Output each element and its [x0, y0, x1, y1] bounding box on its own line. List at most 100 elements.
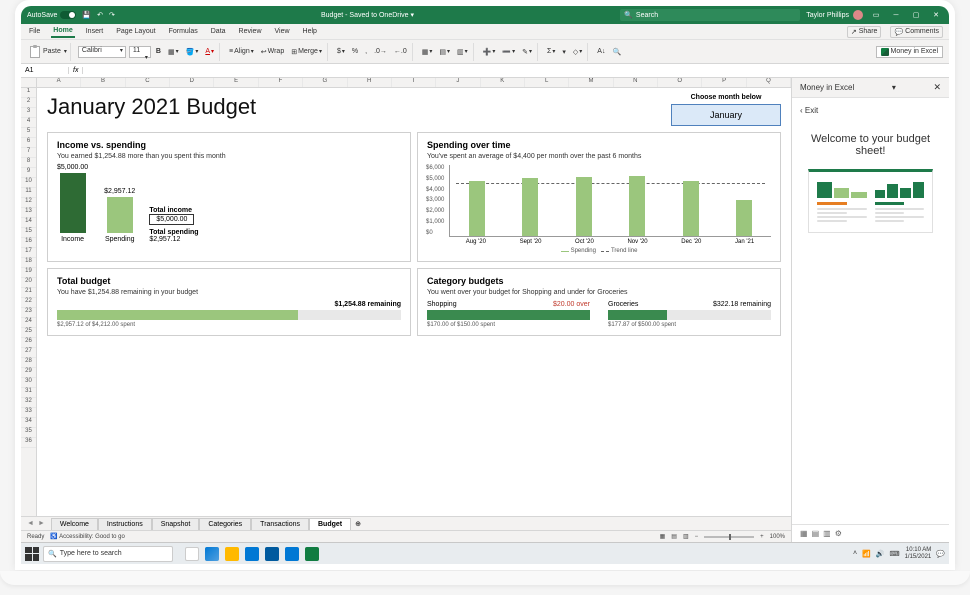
- row-header[interactable]: 7: [21, 148, 36, 158]
- font-color-icon[interactable]: A▾: [203, 47, 216, 56]
- align-button[interactable]: ≡ Align▾: [227, 47, 256, 56]
- row-header[interactable]: 2: [21, 98, 36, 108]
- sheet-tab[interactable]: Transactions: [251, 518, 309, 530]
- money-in-excel-button[interactable]: Money in Excel: [876, 46, 943, 58]
- zoom-value[interactable]: 100%: [770, 534, 785, 540]
- panel-nav-icon[interactable]: ▥: [823, 529, 831, 538]
- col-header[interactable]: O: [658, 78, 702, 87]
- row-header[interactable]: 20: [21, 278, 36, 288]
- col-header[interactable]: D: [170, 78, 214, 87]
- insert-cells-icon[interactable]: ➕▾: [481, 47, 498, 57]
- panel-more-icon[interactable]: ▾: [892, 83, 896, 92]
- col-header[interactable]: F: [259, 78, 303, 87]
- zoom-slider[interactable]: [704, 536, 754, 538]
- app-icon[interactable]: [285, 547, 299, 561]
- tab-view[interactable]: View: [273, 26, 292, 37]
- row-header[interactable]: 17: [21, 248, 36, 258]
- undo-icon[interactable]: ↶: [97, 11, 103, 19]
- view-normal-icon[interactable]: ▦: [660, 533, 666, 540]
- panel-nav-icon[interactable]: ▦: [800, 529, 808, 538]
- clear-icon[interactable]: ◇▾: [571, 47, 584, 57]
- fill-icon[interactable]: ▾: [560, 47, 568, 57]
- row-header[interactable]: 18: [21, 258, 36, 268]
- start-button[interactable]: [25, 547, 39, 561]
- row-header[interactable]: 24: [21, 318, 36, 328]
- panel-nav-icon[interactable]: ▤: [812, 529, 820, 538]
- file-explorer-icon[interactable]: [225, 547, 239, 561]
- row-header[interactable]: 23: [21, 308, 36, 318]
- dec-decimal-icon[interactable]: ←.0: [392, 47, 409, 56]
- sheet-tab[interactable]: Snapshot: [152, 518, 200, 530]
- excel-icon[interactable]: [305, 547, 319, 561]
- row-header[interactable]: 11: [21, 188, 36, 198]
- panel-nav-icon[interactable]: ⚙: [835, 529, 842, 538]
- border-icon[interactable]: ▦▾: [166, 47, 181, 57]
- taskbar-clock[interactable]: 10:10 AM1/15/2021: [905, 547, 932, 561]
- delete-cells-icon[interactable]: ➖▾: [500, 47, 517, 57]
- table-format-icon[interactable]: ▤▾: [437, 47, 452, 57]
- bold-button[interactable]: B: [154, 47, 163, 56]
- fill-color-icon[interactable]: 🪣▾: [184, 47, 201, 57]
- row-header[interactable]: 10: [21, 178, 36, 188]
- edge-icon[interactable]: [205, 547, 219, 561]
- comments-button[interactable]: 💬 Comments: [890, 26, 943, 38]
- add-sheet-icon[interactable]: ⊕: [351, 518, 365, 530]
- search-box[interactable]: 🔍 Search: [620, 9, 800, 21]
- merge-button[interactable]: ⊞ Merge▾: [289, 47, 324, 57]
- row-header[interactable]: 31: [21, 388, 36, 398]
- row-header[interactable]: 6: [21, 138, 36, 148]
- tab-page-layout[interactable]: Page Layout: [114, 26, 157, 37]
- row-header[interactable]: 27: [21, 348, 36, 358]
- col-header[interactable]: G: [303, 78, 347, 87]
- percent-icon[interactable]: %: [350, 47, 360, 56]
- name-box[interactable]: A1: [21, 67, 69, 74]
- mail-icon[interactable]: [245, 547, 259, 561]
- row-header[interactable]: 36: [21, 438, 36, 448]
- month-select[interactable]: January: [671, 104, 781, 126]
- redo-icon[interactable]: ↷: [109, 11, 115, 19]
- task-view-icon[interactable]: [185, 547, 199, 561]
- cond-format-icon[interactable]: ▦▾: [420, 47, 435, 57]
- find-icon[interactable]: 🔍: [610, 47, 623, 57]
- tab-formulas[interactable]: Formulas: [167, 26, 200, 37]
- doc-title[interactable]: Budget - Saved to OneDrive ▾: [121, 11, 614, 19]
- panel-close-icon[interactable]: ✕: [933, 82, 941, 93]
- col-header[interactable]: E: [214, 78, 258, 87]
- row-header[interactable]: 32: [21, 398, 36, 408]
- store-icon[interactable]: [265, 547, 279, 561]
- col-header[interactable]: K: [481, 78, 525, 87]
- comma-icon[interactable]: ,: [363, 47, 369, 56]
- row-header[interactable]: 15: [21, 228, 36, 238]
- cell-styles-icon[interactable]: ▥▾: [455, 47, 470, 57]
- notifications-icon[interactable]: 💬: [936, 550, 945, 558]
- autosave-toggle[interactable]: [60, 11, 76, 19]
- tray-chevron-icon[interactable]: ˄: [853, 550, 857, 557]
- row-header[interactable]: 1: [21, 88, 36, 98]
- sheet-tab[interactable]: Welcome: [51, 518, 98, 530]
- taskbar-search[interactable]: 🔍 Type here to search: [43, 546, 173, 562]
- row-header[interactable]: 26: [21, 338, 36, 348]
- row-header[interactable]: 22: [21, 298, 36, 308]
- row-header[interactable]: 28: [21, 358, 36, 368]
- format-cells-icon[interactable]: ✎▾: [520, 47, 534, 57]
- inc-decimal-icon[interactable]: .0→: [372, 47, 389, 56]
- row-header[interactable]: 30: [21, 378, 36, 388]
- row-header[interactable]: 33: [21, 408, 36, 418]
- row-header[interactable]: 35: [21, 428, 36, 438]
- view-break-icon[interactable]: ▥: [683, 533, 689, 540]
- window-close[interactable]: ✕: [929, 11, 943, 19]
- col-header[interactable]: L: [525, 78, 569, 87]
- sheet-prev-icon[interactable]: ◄: [27, 520, 34, 527]
- col-header[interactable]: I: [392, 78, 436, 87]
- clipboard-more[interactable]: ▾: [64, 48, 67, 55]
- row-header[interactable]: 12: [21, 198, 36, 208]
- font-select[interactable]: Calibri: [78, 46, 126, 58]
- paste-icon[interactable]: [30, 46, 40, 58]
- sheet-canvas[interactable]: January 2021 Budget Choose month below J…: [37, 88, 791, 516]
- row-header[interactable]: 34: [21, 418, 36, 428]
- save-icon[interactable]: 💾: [82, 11, 91, 19]
- row-header[interactable]: 5: [21, 128, 36, 138]
- fx-icon[interactable]: fx: [69, 67, 83, 74]
- col-header[interactable]: B: [81, 78, 125, 87]
- window-maximize[interactable]: ▢: [909, 11, 923, 19]
